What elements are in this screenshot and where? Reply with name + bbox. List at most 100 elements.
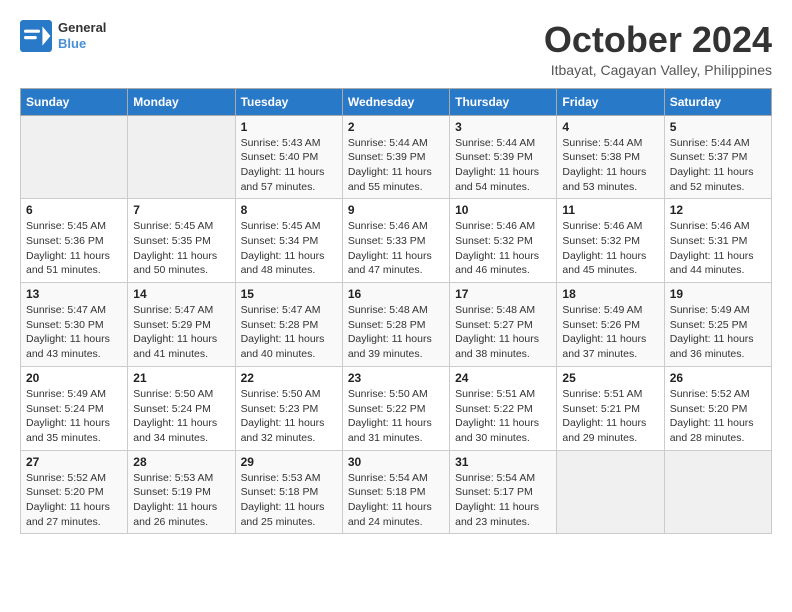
- day-number: 20: [26, 371, 122, 385]
- day-number: 10: [455, 203, 551, 217]
- day-number: 6: [26, 203, 122, 217]
- day-info: Sunrise: 5:47 AM Sunset: 5:28 PM Dayligh…: [241, 303, 337, 362]
- calendar-cell: [21, 115, 128, 199]
- calendar-cell: 28Sunrise: 5:53 AM Sunset: 5:19 PM Dayli…: [128, 450, 235, 534]
- calendar-cell: 16 Sunrise: 5:48 AM Sunset: 5:28 PM Dayli…: [342, 283, 449, 367]
- calendar-cell: 30 Sunrise: 5:54 AM Sunset: 5:18 PM Dayli…: [342, 450, 449, 534]
- day-info: Sunrise: 5:52 AM Sunset: 5:20 PM Dayligh…: [26, 471, 122, 530]
- week-row-3: 13Sunrise: 5:47 AM Sunset: 5:30 PM Dayli…: [21, 283, 772, 367]
- calendar-cell: 25 Sunrise: 5:51 AM Sunset: 5:21 PM Dayli…: [557, 366, 664, 450]
- calendar-cell: 26Sunrise: 5:52 AM Sunset: 5:20 PM Dayli…: [664, 366, 771, 450]
- day-number: 17: [455, 287, 551, 301]
- day-number: 16: [348, 287, 444, 301]
- calendar-cell: 7 Sunrise: 5:45 AM Sunset: 5:35 PM Daylig…: [128, 199, 235, 283]
- day-info: Sunrise: 5:48 AM Sunset: 5:28 PM Dayligh…: [348, 303, 444, 362]
- weekday-header-thursday: Thursday: [450, 88, 557, 115]
- day-info: Sunrise: 5:48 AM Sunset: 5:27 PM Dayligh…: [455, 303, 551, 362]
- day-number: 11: [562, 203, 658, 217]
- day-info: Sunrise: 5:50 AM Sunset: 5:23 PM Dayligh…: [241, 387, 337, 446]
- day-info: Sunrise: 5:53 AM Sunset: 5:19 PM Dayligh…: [133, 471, 229, 530]
- day-number: 2: [348, 120, 444, 134]
- day-info: Sunrise: 5:49 AM Sunset: 5:26 PM Dayligh…: [562, 303, 658, 362]
- week-row-4: 20 Sunrise: 5:49 AM Sunset: 5:24 PM Dayli…: [21, 366, 772, 450]
- day-number: 19: [670, 287, 766, 301]
- calendar-cell: 18 Sunrise: 5:49 AM Sunset: 5:26 PM Dayli…: [557, 283, 664, 367]
- logo-icon: [20, 20, 52, 52]
- day-number: 31: [455, 455, 551, 469]
- calendar-cell: 9 Sunrise: 5:46 AM Sunset: 5:33 PM Daylig…: [342, 199, 449, 283]
- day-info: Sunrise: 5:54 AM Sunset: 5:18 PM Dayligh…: [348, 471, 444, 530]
- day-number: 25: [562, 371, 658, 385]
- day-number: 9: [348, 203, 444, 217]
- calendar-cell: 13Sunrise: 5:47 AM Sunset: 5:30 PM Dayli…: [21, 283, 128, 367]
- day-info: Sunrise: 5:50 AM Sunset: 5:22 PM Dayligh…: [348, 387, 444, 446]
- day-number: 7: [133, 203, 229, 217]
- calendar-cell: 23 Sunrise: 5:50 AM Sunset: 5:22 PM Dayli…: [342, 366, 449, 450]
- day-number: 27: [26, 455, 122, 469]
- day-info: Sunrise: 5:54 AM Sunset: 5:17 PM Dayligh…: [455, 471, 551, 530]
- day-info: Sunrise: 5:44 AM Sunset: 5:39 PM Dayligh…: [348, 136, 444, 195]
- weekday-header-row: SundayMondayTuesdayWednesdayThursdayFrid…: [21, 88, 772, 115]
- day-number: 13: [26, 287, 122, 301]
- day-number: 14: [133, 287, 229, 301]
- calendar-cell: 4 Sunrise: 5:44 AM Sunset: 5:38 PM Daylig…: [557, 115, 664, 199]
- day-info: Sunrise: 5:53 AM Sunset: 5:18 PM Dayligh…: [241, 471, 337, 530]
- calendar-cell: 12 Sunrise: 5:46 AM Sunset: 5:31 PM Dayli…: [664, 199, 771, 283]
- calendar-cell: 31 Sunrise: 5:54 AM Sunset: 5:17 PM Dayli…: [450, 450, 557, 534]
- calendar-cell: 14 Sunrise: 5:47 AM Sunset: 5:29 PM Dayli…: [128, 283, 235, 367]
- day-number: 8: [241, 203, 337, 217]
- calendar-cell: 6 Sunrise: 5:45 AM Sunset: 5:36 PM Daylig…: [21, 199, 128, 283]
- week-row-5: 27 Sunrise: 5:52 AM Sunset: 5:20 PM Dayli…: [21, 450, 772, 534]
- weekday-header-wednesday: Wednesday: [342, 88, 449, 115]
- day-number: 23: [348, 371, 444, 385]
- calendar-cell: [128, 115, 235, 199]
- day-info: Sunrise: 5:44 AM Sunset: 5:39 PM Dayligh…: [455, 136, 551, 195]
- calendar-cell: 24Sunrise: 5:51 AM Sunset: 5:22 PM Dayli…: [450, 366, 557, 450]
- calendar-cell: 8Sunrise: 5:45 AM Sunset: 5:34 PM Daylig…: [235, 199, 342, 283]
- calendar-cell: 1 Sunrise: 5:43 AM Sunset: 5:40 PM Daylig…: [235, 115, 342, 199]
- weekday-header-saturday: Saturday: [664, 88, 771, 115]
- day-info: Sunrise: 5:46 AM Sunset: 5:32 PM Dayligh…: [455, 219, 551, 278]
- calendar-cell: 29Sunrise: 5:53 AM Sunset: 5:18 PM Dayli…: [235, 450, 342, 534]
- calendar-cell: 17 Sunrise: 5:48 AM Sunset: 5:27 PM Dayli…: [450, 283, 557, 367]
- calendar-cell: 27 Sunrise: 5:52 AM Sunset: 5:20 PM Dayli…: [21, 450, 128, 534]
- calendar-cell: 3 Sunrise: 5:44 AM Sunset: 5:39 PM Daylig…: [450, 115, 557, 199]
- calendar-cell: 10 Sunrise: 5:46 AM Sunset: 5:32 PM Dayli…: [450, 199, 557, 283]
- calendar-cell: 2 Sunrise: 5:44 AM Sunset: 5:39 PM Daylig…: [342, 115, 449, 199]
- day-info: Sunrise: 5:49 AM Sunset: 5:25 PM Dayligh…: [670, 303, 766, 362]
- day-info: Sunrise: 5:47 AM Sunset: 5:29 PM Dayligh…: [133, 303, 229, 362]
- location-subtitle: Itbayat, Cagayan Valley, Philippines: [544, 62, 772, 78]
- calendar-body: 1 Sunrise: 5:43 AM Sunset: 5:40 PM Daylig…: [21, 115, 772, 534]
- day-number: 12: [670, 203, 766, 217]
- calendar-cell: 22Sunrise: 5:50 AM Sunset: 5:23 PM Dayli…: [235, 366, 342, 450]
- calendar-cell: 21Sunrise: 5:50 AM Sunset: 5:24 PM Dayli…: [128, 366, 235, 450]
- calendar-cell: 19 Sunrise: 5:49 AM Sunset: 5:25 PM Dayli…: [664, 283, 771, 367]
- day-info: Sunrise: 5:46 AM Sunset: 5:33 PM Dayligh…: [348, 219, 444, 278]
- day-number: 30: [348, 455, 444, 469]
- day-info: Sunrise: 5:45 AM Sunset: 5:35 PM Dayligh…: [133, 219, 229, 278]
- calendar-cell: 15 Sunrise: 5:47 AM Sunset: 5:28 PM Dayli…: [235, 283, 342, 367]
- day-number: 3: [455, 120, 551, 134]
- day-number: 4: [562, 120, 658, 134]
- month-title: October 2024: [544, 20, 772, 60]
- day-info: Sunrise: 5:51 AM Sunset: 5:22 PM Dayligh…: [455, 387, 551, 446]
- day-number: 15: [241, 287, 337, 301]
- calendar-table: SundayMondayTuesdayWednesdayThursdayFrid…: [20, 88, 772, 535]
- day-number: 18: [562, 287, 658, 301]
- logo-line2: Blue: [58, 36, 106, 52]
- page-header: General Blue October 2024 Itbayat, Cagay…: [20, 20, 772, 78]
- day-info: Sunrise: 5:45 AM Sunset: 5:36 PM Dayligh…: [26, 219, 122, 278]
- week-row-1: 1 Sunrise: 5:43 AM Sunset: 5:40 PM Daylig…: [21, 115, 772, 199]
- calendar-cell: [664, 450, 771, 534]
- day-info: Sunrise: 5:46 AM Sunset: 5:31 PM Dayligh…: [670, 219, 766, 278]
- day-info: Sunrise: 5:43 AM Sunset: 5:40 PM Dayligh…: [241, 136, 337, 195]
- day-number: 5: [670, 120, 766, 134]
- day-info: Sunrise: 5:51 AM Sunset: 5:21 PM Dayligh…: [562, 387, 658, 446]
- calendar-cell: 11Sunrise: 5:46 AM Sunset: 5:32 PM Dayli…: [557, 199, 664, 283]
- day-info: Sunrise: 5:44 AM Sunset: 5:38 PM Dayligh…: [562, 136, 658, 195]
- weekday-header-friday: Friday: [557, 88, 664, 115]
- day-info: Sunrise: 5:49 AM Sunset: 5:24 PM Dayligh…: [26, 387, 122, 446]
- day-number: 1: [241, 120, 337, 134]
- calendar-header: SundayMondayTuesdayWednesdayThursdayFrid…: [21, 88, 772, 115]
- calendar-cell: 20 Sunrise: 5:49 AM Sunset: 5:24 PM Dayli…: [21, 366, 128, 450]
